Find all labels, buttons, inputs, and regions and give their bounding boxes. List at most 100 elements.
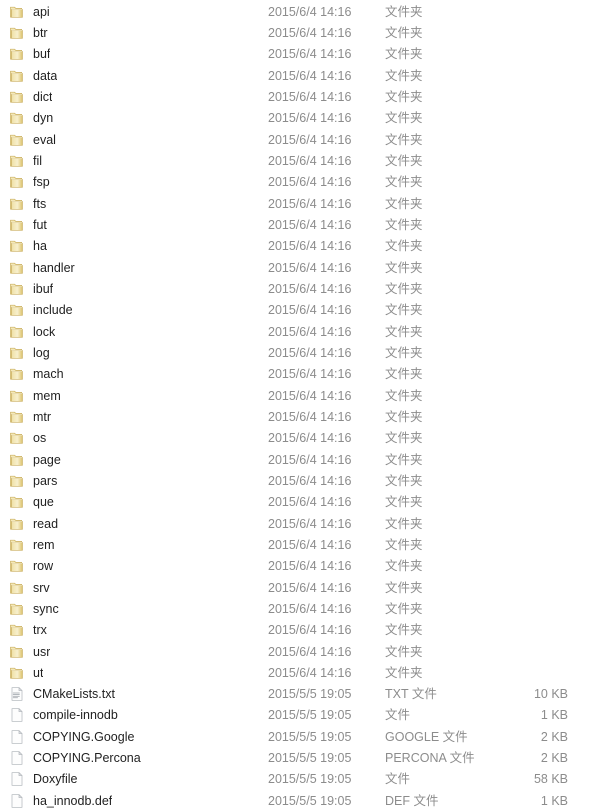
file-name-label: lock (33, 324, 56, 339)
file-row[interactable]: api 2015/6/4 14:16 文件夹 (0, 1, 589, 22)
file-name-cell[interactable]: fil (0, 153, 268, 169)
file-name-cell[interactable]: lock (0, 324, 268, 340)
file-name-cell[interactable]: rem (0, 537, 268, 553)
file-name-label: handler (33, 260, 75, 275)
file-row[interactable]: rem 2015/6/4 14:16 文件夹 (0, 534, 589, 555)
file-name-cell[interactable]: trx (0, 622, 268, 638)
file-name-cell[interactable]: mtr (0, 409, 268, 425)
file-row[interactable]: que 2015/6/4 14:16 文件夹 (0, 492, 589, 513)
file-name-cell[interactable]: dict (0, 89, 268, 105)
file-name-cell[interactable]: ha (0, 238, 268, 254)
file-row[interactable]: ha 2015/6/4 14:16 文件夹 (0, 236, 589, 257)
file-row[interactable]: include 2015/6/4 14:16 文件夹 (0, 300, 589, 321)
file-name-cell[interactable]: usr (0, 644, 268, 660)
file-name-cell[interactable]: COPYING.Google (0, 729, 268, 745)
file-row[interactable]: usr 2015/6/4 14:16 文件夹 (0, 641, 589, 662)
date-modified-cell: 2015/6/4 14:16 (268, 537, 352, 552)
file-row[interactable]: data 2015/6/4 14:16 文件夹 (0, 65, 589, 86)
file-name-cell[interactable]: que (0, 494, 268, 510)
file-name-cell[interactable]: pars (0, 473, 268, 489)
file-name-cell[interactable]: read (0, 516, 268, 532)
file-row[interactable]: mem 2015/6/4 14:16 文件夹 (0, 385, 589, 406)
file-row[interactable]: dyn 2015/6/4 14:16 文件夹 (0, 108, 589, 129)
folder-icon (9, 580, 25, 596)
file-name-cell[interactable]: sync (0, 601, 268, 617)
date-modified-cell: 2015/5/5 19:05 (268, 793, 352, 808)
file-name-cell[interactable]: mem (0, 388, 268, 404)
file-name-cell[interactable]: eval (0, 132, 268, 148)
file-row[interactable]: read 2015/6/4 14:16 文件夹 (0, 513, 589, 534)
file-name-label: fsp (33, 175, 50, 190)
file-name-cell[interactable]: row (0, 558, 268, 574)
file-name-cell[interactable]: ibuf (0, 281, 268, 297)
file-name-cell[interactable]: os (0, 430, 268, 446)
file-name-cell[interactable]: fts (0, 196, 268, 212)
file-name-cell[interactable]: btr (0, 25, 268, 41)
file-row[interactable]: os 2015/6/4 14:16 文件夹 (0, 428, 589, 449)
file-row[interactable]: COPYING.Percona 2015/5/5 19:05 PERCONA 文件 2… (0, 747, 589, 768)
date-modified-cell: 2015/6/4 14:16 (268, 388, 352, 403)
file-type-cell: 文件夹 (385, 345, 423, 360)
file-name-cell[interactable]: fsp (0, 174, 268, 190)
file-name-cell[interactable]: log (0, 345, 268, 361)
file-name-cell[interactable]: CMakeLists.txt (0, 686, 268, 702)
file-row[interactable]: pars 2015/6/4 14:16 文件夹 (0, 470, 589, 491)
date-modified-cell: 2015/6/4 14:16 (268, 367, 352, 382)
folder-icon (9, 68, 25, 84)
file-row[interactable]: srv 2015/6/4 14:16 文件夹 (0, 577, 589, 598)
file-list[interactable]: api 2015/6/4 14:16 文件夹 btr 2015/6/4 14:16 文件夹… (0, 0, 589, 811)
file-row[interactable]: fsp 2015/6/4 14:16 文件夹 (0, 172, 589, 193)
file-row[interactable]: mach 2015/6/4 14:16 文件夹 (0, 364, 589, 385)
file-name-cell[interactable]: ha_innodb.def (0, 793, 268, 809)
file-row[interactable]: dict 2015/6/4 14:16 文件夹 (0, 86, 589, 107)
file-row[interactable]: trx 2015/6/4 14:16 文件夹 (0, 620, 589, 641)
file-name-cell[interactable]: include (0, 302, 268, 318)
file-row[interactable]: fts 2015/6/4 14:16 文件夹 (0, 193, 589, 214)
file-size-cell: 10 KB (533, 687, 568, 702)
file-name-cell[interactable]: dyn (0, 110, 268, 126)
file-row[interactable]: log 2015/6/4 14:16 文件夹 (0, 342, 589, 363)
file-name-label: page (33, 452, 61, 467)
file-row[interactable]: fut 2015/6/4 14:16 文件夹 (0, 214, 589, 235)
folder-icon (9, 132, 25, 148)
file-row[interactable]: btr 2015/6/4 14:16 文件夹 (0, 22, 589, 43)
file-name-cell[interactable]: COPYING.Percona (0, 750, 268, 766)
folder-icon (9, 260, 25, 276)
file-row[interactable]: handler 2015/6/4 14:16 文件夹 (0, 257, 589, 278)
file-name-cell[interactable]: api (0, 4, 268, 20)
file-name-cell[interactable]: Doxyfile (0, 771, 268, 787)
file-row[interactable]: buf 2015/6/4 14:16 文件夹 (0, 44, 589, 65)
file-row[interactable]: eval 2015/6/4 14:16 文件夹 (0, 129, 589, 150)
file-name-cell[interactable]: srv (0, 580, 268, 596)
file-row[interactable]: ibuf 2015/6/4 14:16 文件夹 (0, 278, 589, 299)
date-modified-cell: 2015/6/4 14:16 (268, 516, 352, 531)
date-modified-cell: 2015/5/5 19:05 (268, 729, 352, 744)
file-row[interactable]: COPYING.Google 2015/5/5 19:05 GOOGLE 文件 2 K… (0, 726, 589, 747)
file-row[interactable]: lock 2015/6/4 14:16 文件夹 (0, 321, 589, 342)
file-row[interactable]: page 2015/6/4 14:16 文件夹 (0, 449, 589, 470)
file-name-cell[interactable]: page (0, 452, 268, 468)
file-row[interactable]: CMakeLists.txt 2015/5/5 19:05 TXT 文件 10 KB (0, 684, 589, 705)
file-row[interactable]: fil 2015/6/4 14:16 文件夹 (0, 150, 589, 171)
file-row[interactable]: mtr 2015/6/4 14:16 文件夹 (0, 406, 589, 427)
file-row[interactable]: row 2015/6/4 14:16 文件夹 (0, 556, 589, 577)
file-type-cell: 文件 (385, 772, 411, 787)
file-row[interactable]: Doxyfile 2015/5/5 19:05 文件 58 KB (0, 769, 589, 790)
date-modified-cell: 2015/6/4 14:16 (268, 153, 352, 168)
file-icon (9, 793, 25, 809)
file-row[interactable]: ut 2015/6/4 14:16 文件夹 (0, 662, 589, 683)
file-type-cell: TXT 文件 (385, 687, 437, 702)
file-name-cell[interactable]: fut (0, 217, 268, 233)
file-row[interactable]: sync 2015/6/4 14:16 文件夹 (0, 598, 589, 619)
file-name-cell[interactable]: data (0, 68, 268, 84)
file-name-cell[interactable]: ut (0, 665, 268, 681)
file-type-cell: 文件夹 (385, 25, 423, 40)
file-name-cell[interactable]: handler (0, 260, 268, 276)
file-row[interactable]: compile-innodb 2015/5/5 19:05 文件 1 KB (0, 705, 589, 726)
file-name-cell[interactable]: buf (0, 46, 268, 62)
file-name-cell[interactable]: compile-innodb (0, 707, 268, 723)
file-type-cell: 文件夹 (385, 665, 423, 680)
file-name-cell[interactable]: mach (0, 366, 268, 382)
file-row[interactable]: ha_innodb.def 2015/5/5 19:05 DEF 文件 1 KB (0, 790, 589, 811)
file-type-cell: 文件夹 (385, 452, 423, 467)
